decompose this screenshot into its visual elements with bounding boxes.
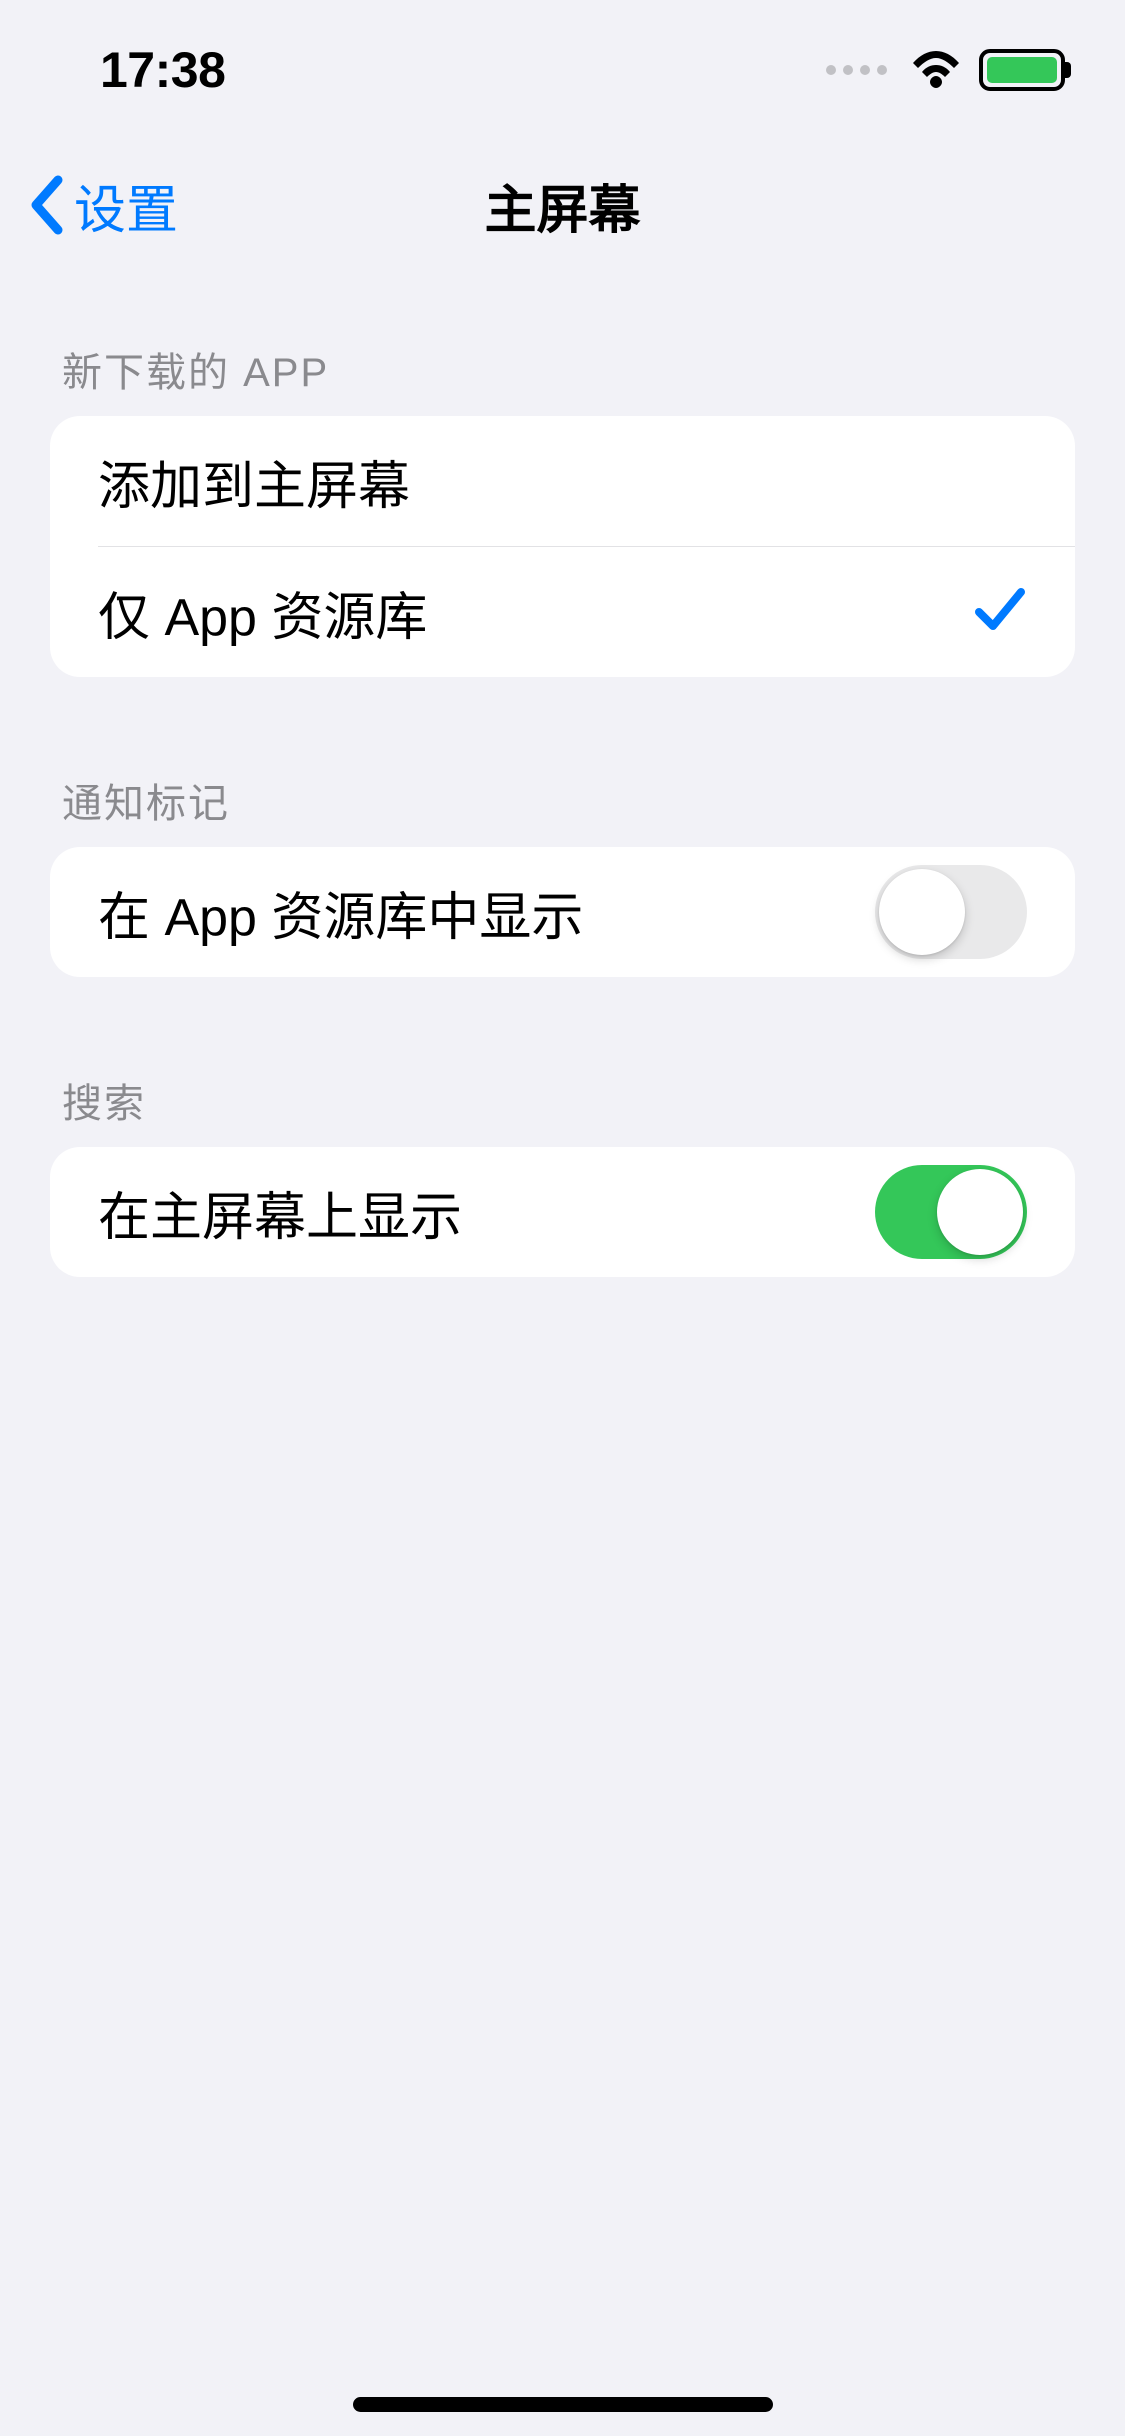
option-add-to-home[interactable]: 添加到主屏幕 <box>50 416 1075 546</box>
section-header-new-apps: 新下载的 APP <box>0 320 1125 416</box>
section-header-search: 搜索 <box>0 1051 1125 1147</box>
wifi-icon <box>911 51 961 89</box>
group-search: 在主屏幕上显示 <box>50 1147 1075 1277</box>
checkmark-icon <box>973 584 1027 641</box>
group-badges: 在 App 资源库中显示 <box>50 847 1075 977</box>
cell-signal-dots <box>826 65 887 75</box>
group-new-apps: 添加到主屏幕 仅 App 资源库 <box>50 416 1075 677</box>
option-label: 添加到主屏幕 <box>98 444 410 519</box>
status-indicators <box>826 49 1065 91</box>
back-label: 设置 <box>74 168 178 243</box>
status-time: 17:38 <box>100 41 225 99</box>
nav-bar: 设置 主屏幕 <box>0 140 1125 270</box>
back-button[interactable]: 设置 <box>0 168 178 243</box>
status-bar: 17:38 <box>0 0 1125 140</box>
battery-icon <box>979 49 1065 91</box>
row-label: 在 App 资源库中显示 <box>98 875 583 950</box>
content: 新下载的 APP 添加到主屏幕 仅 App 资源库 通知标记 在 App 资源库… <box>0 270 1125 1277</box>
toggle-show-in-app-library[interactable] <box>875 865 1027 959</box>
row-label: 在主屏幕上显示 <box>98 1175 462 1250</box>
home-indicator[interactable] <box>353 2397 773 2412</box>
row-show-on-home: 在主屏幕上显示 <box>50 1147 1075 1277</box>
chevron-left-icon <box>28 175 64 235</box>
section-header-badges: 通知标记 <box>0 751 1125 847</box>
toggle-show-on-home[interactable] <box>875 1165 1027 1259</box>
option-app-library-only[interactable]: 仅 App 资源库 <box>50 547 1075 677</box>
row-show-in-app-library: 在 App 资源库中显示 <box>50 847 1075 977</box>
option-label: 仅 App 资源库 <box>98 575 427 650</box>
page-title: 主屏幕 <box>484 168 640 243</box>
